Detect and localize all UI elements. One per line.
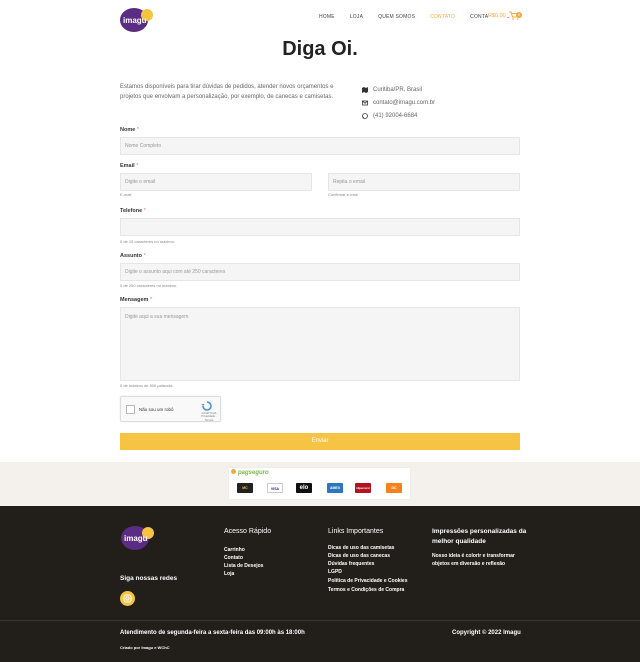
subject-placeholder: Digite o assunto aqui com até 250 caract… <box>125 269 226 275</box>
pagseguro-logo: pagseguro <box>231 469 269 476</box>
phone-input[interactable] <box>120 218 520 236</box>
page-title: Diga Oi. <box>282 38 358 60</box>
footer-logo-text: imagu <box>124 534 148 543</box>
cart-total[interactable]: R$0,00 <box>488 13 506 19</box>
business-hours: Atendimento de segunda-feira a sexta-fei… <box>120 630 305 636</box>
footer-link-carrinho[interactable]: Carrinho <box>224 547 245 553</box>
name-placeholder: Nome Completo <box>125 143 162 149</box>
email-label-text: Email <box>120 163 135 169</box>
footer-logo[interactable]: imagu <box>120 522 156 552</box>
follow-heading: Siga nossas redes <box>120 575 178 582</box>
subject-hint: 0 de 250 caracteres no máximo. <box>120 283 178 288</box>
contact-email-text[interactable]: contato@imagu.com.br <box>373 100 435 106</box>
visa-icon: VISA <box>267 483 283 493</box>
required-mark: * <box>143 253 146 259</box>
recaptcha-label: Não sou um robô <box>139 407 174 412</box>
site-header: imagu HOME LOJA QUEM SOMOS CONTATO CONTA… <box>0 0 640 36</box>
required-mark: * <box>136 127 139 133</box>
message-placeholder: Digite aqui a sua mensagem <box>125 314 189 320</box>
recaptcha-icon <box>201 401 212 411</box>
message-hint: 0 de máximo de 500 palavras. <box>120 383 174 388</box>
contact-phone-text[interactable]: (41) 92004-6684 <box>373 113 417 119</box>
whatsapp-icon <box>362 112 368 119</box>
instagram-icon[interactable] <box>120 591 135 606</box>
site-footer <box>0 506 640 662</box>
recaptcha-links[interactable]: Privacidade - Termos <box>201 415 216 421</box>
footer-link-contato[interactable]: Contato <box>224 555 243 561</box>
nav-conta-label: CONTA <box>470 14 489 20</box>
required-mark: * <box>143 208 146 214</box>
footer-link-duvidas[interactable]: Dúvidas frequentes <box>328 561 374 567</box>
message-label-text: Mensagem <box>120 297 149 303</box>
phone-label: Telefone * <box>120 208 146 214</box>
contact-list: Curitiba/PR, Brasil contato@imagu.com.br… <box>362 83 435 122</box>
footer-link-dicas-camisetas[interactable]: Dicas de uso das camisetas <box>328 545 394 551</box>
subject-label-text: Assunto <box>120 253 142 259</box>
contact-location-text: Curitiba/PR, Brasil <box>373 86 423 93</box>
nav-contato[interactable]: CONTATO <box>430 14 455 20</box>
elo-icon: elo <box>296 483 312 493</box>
pagseguro-dot-icon <box>231 469 236 474</box>
email-placeholder: Digite o email <box>125 179 156 185</box>
email-confirm-input[interactable]: Repita o email <box>328 173 520 191</box>
recaptcha-widget: Não sou um robô reCAPTCHA Privacidade - T… <box>120 396 221 422</box>
footer-divider <box>0 620 640 621</box>
phone-hint: 0 de 15 caracteres no máximo. <box>120 239 175 244</box>
name-label: Nome * <box>120 127 139 133</box>
nav-loja[interactable]: LOJA <box>350 14 363 20</box>
recaptcha-meta: reCAPTCHA Privacidade - Termos <box>198 412 220 422</box>
about-text: Nosso ideia é colorir e transformar obje… <box>432 553 515 567</box>
cart-count-badge: 0 <box>516 12 522 18</box>
email-label: Email * <box>120 163 138 169</box>
hipercard-icon: Hipercard <box>355 483 371 493</box>
required-mark: * <box>136 163 139 169</box>
logo-text: imagu <box>123 16 147 25</box>
message-textarea[interactable]: Digite aqui a sua mensagem <box>120 307 520 381</box>
contact-location: Curitiba/PR, Brasil <box>362 83 435 96</box>
footer-link-dicas-canecas[interactable]: Dicas de uso das canecas <box>328 553 390 559</box>
mastercard-icon: MC <box>237 483 253 493</box>
important-links-title: Links Importantes <box>328 528 384 535</box>
credit-text: Criado por Imagu e WChC <box>120 645 170 650</box>
map-icon <box>362 86 368 93</box>
amex-icon: AMEX <box>327 483 343 493</box>
copyright: Copyright © 2022 Imagu <box>452 630 521 636</box>
email-confirm-hint: Confirmar e-mail <box>328 192 358 197</box>
quick-access-title: Acesso Rápido <box>224 528 272 535</box>
email-hint: E-mail <box>120 192 132 197</box>
name-label-text: Nome <box>120 127 136 133</box>
envelope-icon <box>362 100 368 105</box>
about-title: Impressões personalizadas da melhor qual… <box>432 528 527 545</box>
submit-button[interactable]: Enviar <box>120 433 520 450</box>
contact-phone: (41) 92004-6684 <box>362 109 435 122</box>
required-mark: * <box>149 297 153 303</box>
contact-email: contato@imagu.com.br <box>362 96 435 109</box>
pagseguro-text: pagseguro <box>238 470 269 476</box>
subject-label: Assunto * <box>120 253 146 259</box>
nav-quem-somos[interactable]: QUEM SOMOS <box>378 14 415 20</box>
footer-link-loja[interactable]: Loja <box>224 571 234 577</box>
message-label: Mensagem * <box>120 297 152 303</box>
intro-text: Estamos disponíveis para tirar dúvidas d… <box>120 84 334 100</box>
email-input[interactable]: Digite o email <box>120 173 312 191</box>
main-nav: HOME LOJA QUEM SOMOS CONTATO CONTA ⌄ <box>319 14 541 20</box>
imagu-logo[interactable]: imagu <box>119 4 155 34</box>
footer-link-termos[interactable]: Termos e Condições de Compra <box>328 587 404 593</box>
email-confirm-placeholder: Repita o email <box>333 179 365 185</box>
nav-home[interactable]: HOME <box>319 14 335 20</box>
subject-input[interactable]: Digite o assunto aqui com até 250 caract… <box>120 263 520 281</box>
phone-label-text: Telefone <box>120 208 143 214</box>
recaptcha-checkbox[interactable] <box>126 405 135 414</box>
footer-link-lgpd[interactable]: LGPD <box>328 569 342 575</box>
footer-link-privacidade[interactable]: Política de Privacidade e Cookies <box>328 578 407 584</box>
diners-icon: DC <box>386 483 402 493</box>
footer-link-lista-desejos[interactable]: Lista de Desejos <box>224 563 263 569</box>
name-input[interactable]: Nome Completo <box>120 137 520 155</box>
